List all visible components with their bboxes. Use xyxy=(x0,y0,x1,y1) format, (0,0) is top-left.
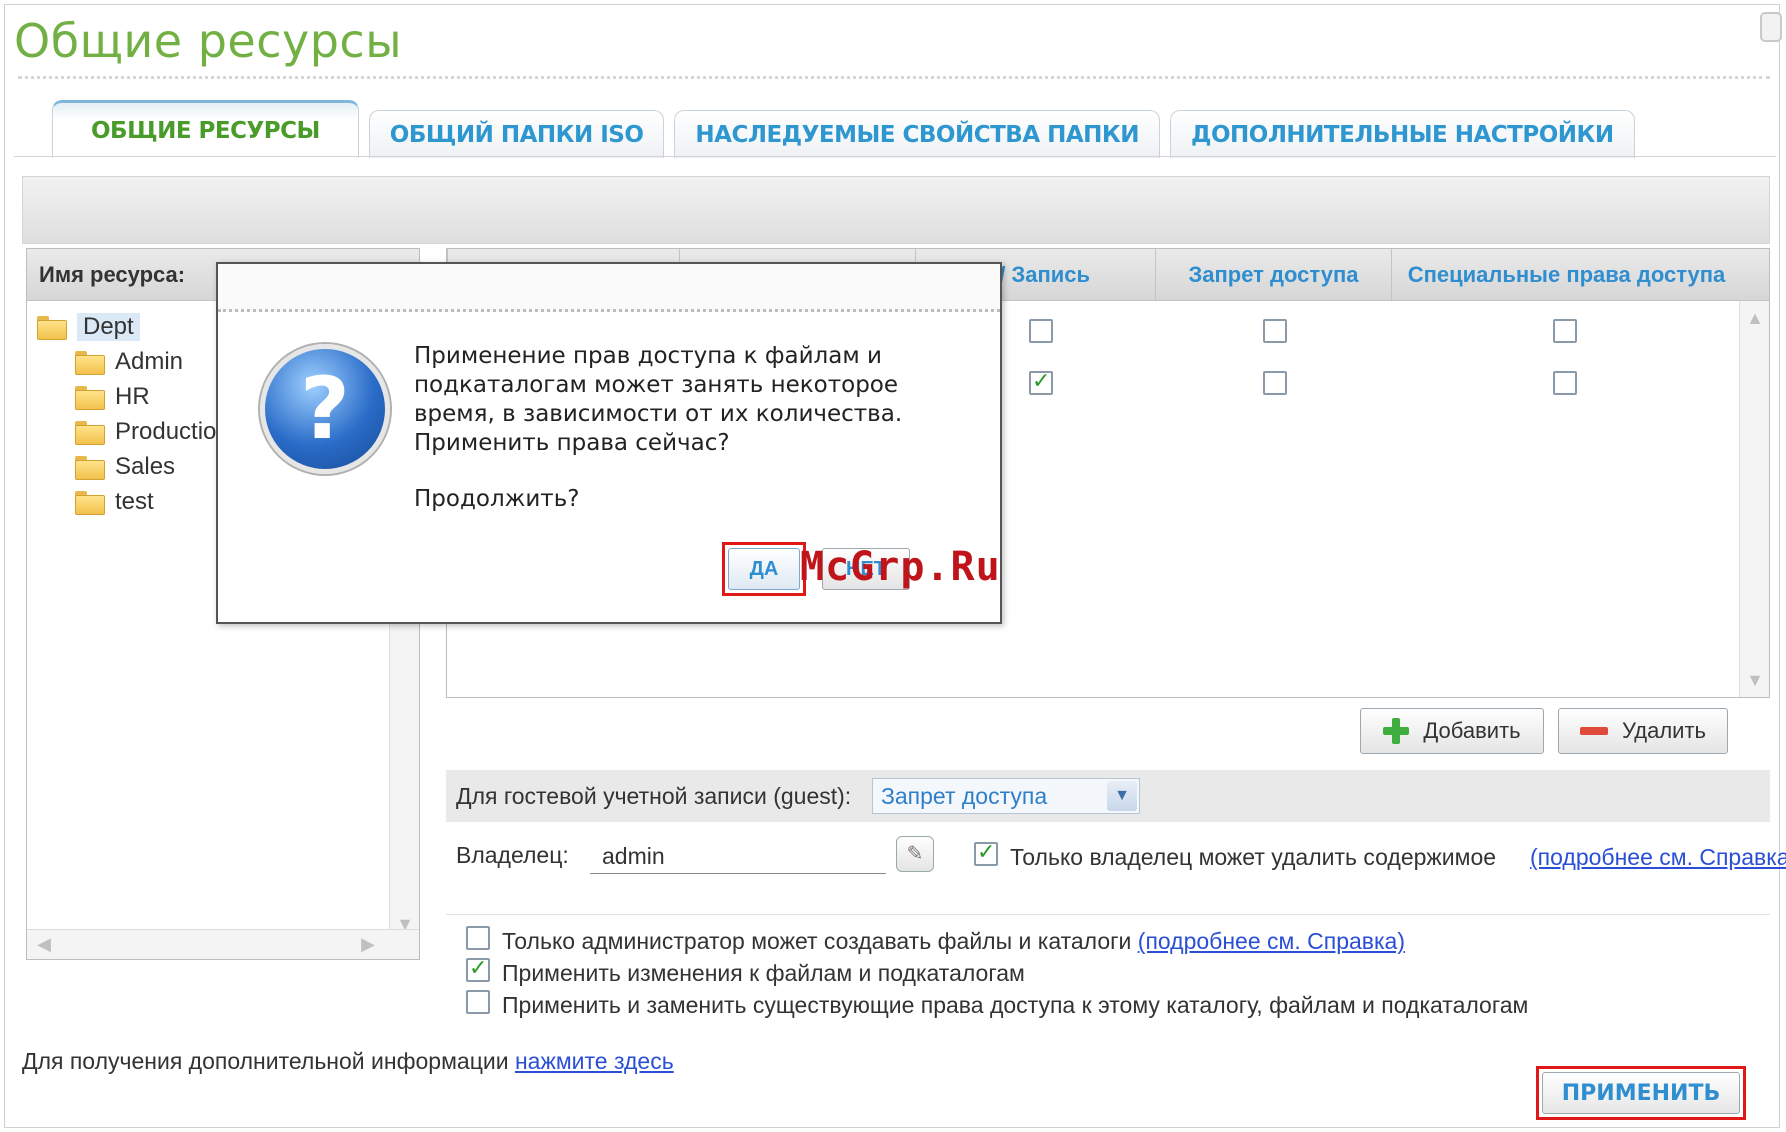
read-write-checkbox[interactable] xyxy=(1029,319,1053,343)
scroll-up-icon[interactable]: ▲ xyxy=(1744,307,1766,329)
apply-to-subfolders-checkbox[interactable] xyxy=(466,955,490,982)
tree-item-label: Productio xyxy=(115,418,217,445)
delete-button-label: Удалить xyxy=(1622,718,1706,743)
footer-info-link[interactable]: нажмите здесь xyxy=(515,1048,674,1074)
tree-item-child[interactable]: HR xyxy=(75,381,150,413)
tree-item-root[interactable]: Dept xyxy=(37,311,140,343)
footer-info: Для получения дополнительной информации … xyxy=(22,1048,674,1075)
grid-col-deny: Запрет доступа xyxy=(1155,249,1391,301)
apply-button[interactable]: ПРИМЕНИТЬ xyxy=(1542,1072,1740,1114)
tab-inherited-folder-properties[interactable]: НАСЛЕДУЕМЫЕ СВОЙСТВА ПАПКИ xyxy=(674,110,1160,158)
folder-icon xyxy=(75,491,105,515)
owner-label: Владелец: xyxy=(456,842,569,868)
plus-icon xyxy=(1383,718,1410,744)
owner-help-link[interactable]: (подробнее см. Справка) xyxy=(1530,844,1786,871)
tabs-underline xyxy=(14,156,1776,157)
folder-icon xyxy=(75,386,105,410)
dialog-question: Продолжить? xyxy=(414,486,580,512)
dialog-titlebar xyxy=(218,264,1000,312)
tree-item-child[interactable]: Sales xyxy=(75,451,175,483)
dropdown-arrow-icon: ▼ xyxy=(1107,781,1137,811)
dialog-message: Применение прав доступа к файлам и подка… xyxy=(414,343,903,456)
scroll-down-icon[interactable]: ▼ xyxy=(1744,669,1766,691)
window-control-icon[interactable] xyxy=(1760,12,1782,42)
special-checkbox[interactable] xyxy=(1553,319,1577,343)
watermark-logo: McGrp.Ru xyxy=(800,544,1001,590)
tab-bar: ОБЩИЕ РЕСУРСЫ ОБЩИЙ ПАПКИ ISO НАСЛЕДУЕМЫ… xyxy=(52,100,1635,158)
tree-item-label: test xyxy=(115,488,154,515)
special-checkbox[interactable] xyxy=(1553,371,1577,395)
tree-horizontal-scrollbar[interactable]: ◀ ▶ xyxy=(27,929,419,959)
open-folder-icon xyxy=(37,316,67,340)
add-button[interactable]: Добавить xyxy=(1360,708,1544,754)
grid-col-special: Специальные права доступа xyxy=(1391,249,1741,301)
admin-only-help-link[interactable]: (подробнее см. Справка) xyxy=(1138,928,1405,954)
folder-icon xyxy=(75,456,105,480)
apply-button-highlight: ПРИМЕНИТЬ xyxy=(1536,1066,1746,1120)
edit-icon: ✎ xyxy=(906,843,924,865)
admin-only-create-label: Только администратор может создавать фай… xyxy=(502,928,1405,955)
tree-item-label: Sales xyxy=(115,453,176,480)
admin-only-create-text: Только администратор может создавать фай… xyxy=(502,928,1132,954)
tree-item-label: Admin xyxy=(115,348,184,375)
owner-help-link-text[interactable]: (подробнее см. Справка) xyxy=(1530,844,1786,870)
add-button-label: Добавить xyxy=(1423,718,1521,743)
grid-vertical-scrollbar[interactable]: ▲ ▼ xyxy=(1739,301,1769,697)
edit-owner-button[interactable]: ✎ xyxy=(896,836,934,872)
admin-only-create-checkbox[interactable] xyxy=(466,926,490,950)
folder-icon xyxy=(75,421,105,445)
yes-button[interactable]: ДА xyxy=(728,548,800,590)
footer-info-text: Для получения дополнительной информации xyxy=(22,1048,509,1074)
tab-iso-shares[interactable]: ОБЩИЙ ПАПКИ ISO xyxy=(368,110,665,158)
replace-permissions-checkbox[interactable] xyxy=(466,990,490,1014)
tab-shared-resources[interactable]: ОБЩИЕ РЕСУРСЫ xyxy=(52,100,359,158)
folder-icon xyxy=(75,351,105,375)
apply-to-subfolders-label: Применить изменения к файлам и подкатало… xyxy=(502,960,1025,986)
tree-item-label: HR xyxy=(115,383,150,410)
scroll-left-icon[interactable]: ◀ xyxy=(33,933,55,955)
question-icon: ? xyxy=(260,344,390,474)
tree-item-label: Dept xyxy=(77,313,140,341)
owner-field[interactable]: admin xyxy=(590,838,886,874)
yes-button-highlight: ДА xyxy=(722,542,806,596)
delete-button[interactable]: Удалить xyxy=(1558,708,1728,754)
only-owner-delete-label: Только владелец может удалить содержимое xyxy=(1010,844,1496,871)
scroll-right-icon[interactable]: ▶ xyxy=(357,933,379,955)
guest-label: Для гостевой учетной записи (guest): xyxy=(456,782,852,809)
deny-checkbox[interactable] xyxy=(1263,371,1287,395)
replace-permissions-label: Применить и заменить существующие права … xyxy=(502,992,1529,1018)
tree-item-child[interactable]: Productio xyxy=(75,416,216,448)
options-separator xyxy=(446,914,1770,915)
tree-item-child[interactable]: Admin xyxy=(75,346,183,378)
read-write-checkbox[interactable] xyxy=(1029,368,1053,395)
tree-item-child[interactable]: test xyxy=(75,486,154,518)
toolbar-band xyxy=(22,176,1770,244)
guest-access-select[interactable]: Запрет доступа ▼ xyxy=(872,778,1140,814)
guest-access-value: Запрет доступа xyxy=(881,782,1048,809)
page-title: Общие ресурсы xyxy=(14,14,403,68)
tab-advanced-settings[interactable]: ДОПОЛНИТЕЛЬНЫЕ НАСТРОЙКИ xyxy=(1169,110,1635,158)
only-owner-delete-text: Только владелец может удалить содержимое xyxy=(1010,844,1497,870)
only-owner-delete-checkbox[interactable] xyxy=(974,839,998,866)
minus-icon xyxy=(1580,727,1608,735)
title-separator xyxy=(18,76,1770,79)
deny-checkbox[interactable] xyxy=(1263,319,1287,343)
